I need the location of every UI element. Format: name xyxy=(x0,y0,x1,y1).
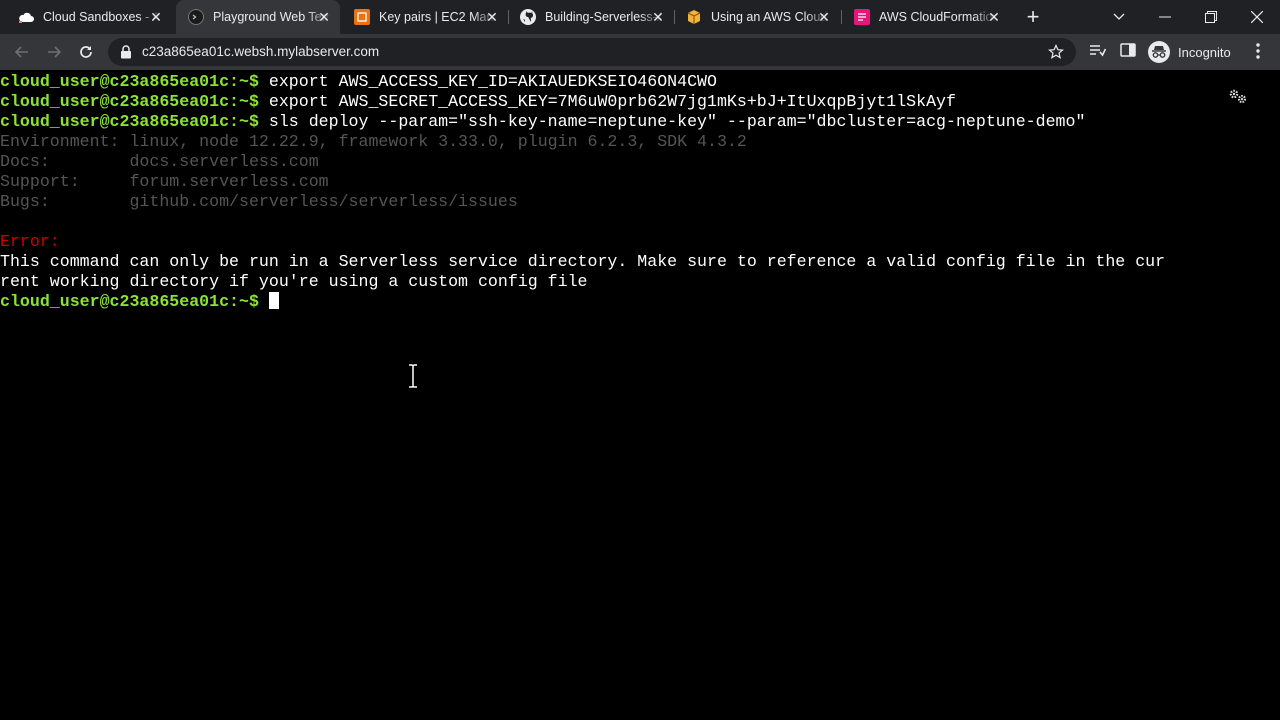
tab-divider xyxy=(674,10,675,24)
tab-cloud-sandboxes[interactable]: Cloud Sandboxes - A Cloud Guru ✕ xyxy=(0,0,172,34)
environment-info: Environment: linux, node 12.22.9, framew… xyxy=(0,132,747,151)
url-text[interactable]: c23a865ea01c.websh.mylabserver.com xyxy=(142,44,379,59)
tab-title: Building-Serverless-Applications xyxy=(545,10,663,24)
tab-search-icon[interactable] xyxy=(1096,0,1142,34)
menu-kebab-icon[interactable] xyxy=(1252,42,1264,65)
terminal-icon xyxy=(188,9,204,25)
aws-cloudformation-icon xyxy=(854,9,870,25)
terminal-line: cloud_user@c23a865ea01c:~$ export AWS_SE… xyxy=(0,92,956,112)
tab-title: AWS CloudFormation xyxy=(879,10,997,24)
error-message-line: rent working directory if you're using a… xyxy=(0,272,588,291)
close-icon[interactable]: ✕ xyxy=(484,9,500,25)
docs-info: Docs: docs.serverless.com xyxy=(0,152,319,171)
cloud-guru-icon xyxy=(18,9,34,25)
tab-key-pairs[interactable]: Key pairs | EC2 Management Console ✕ xyxy=(342,0,508,34)
shell-prompt: cloud_user@c23a865ea01c:~$ xyxy=(0,112,259,131)
browser-toolbar: c23a865ea01c.websh.mylabserver.com Incog… xyxy=(0,34,1280,70)
window-close-icon[interactable] xyxy=(1234,0,1280,34)
github-icon xyxy=(520,9,536,25)
close-icon[interactable]: ✕ xyxy=(148,9,164,25)
lock-icon[interactable] xyxy=(120,45,132,64)
tab-divider xyxy=(508,10,509,24)
settings-gears-icon[interactable] xyxy=(1228,88,1248,109)
tab-cloudformation[interactable]: AWS CloudFormation ✕ xyxy=(842,0,1010,34)
tab-cloud9[interactable]: Using an AWS Cloud9 environment ✕ xyxy=(674,0,840,34)
forward-icon[interactable] xyxy=(42,40,66,64)
tab-playground-terminal[interactable]: Playground Web Terminal ✕ xyxy=(176,0,340,34)
side-panel-icon[interactable] xyxy=(1120,42,1136,63)
tab-title: Using an AWS Cloud9 environment xyxy=(711,10,829,24)
address-bar[interactable]: c23a865ea01c.websh.mylabserver.com xyxy=(108,38,1076,66)
aws-ec2-icon xyxy=(354,9,370,25)
error-message-line: This command can only be run in a Server… xyxy=(0,252,1166,271)
terminal-line: cloud_user@c23a865ea01c:~$ xyxy=(0,292,279,312)
text-cursor-icon xyxy=(407,364,419,393)
tab-title: Playground Web Terminal xyxy=(213,10,331,24)
tab-github-repo[interactable]: Building-Serverless-Applications ✕ xyxy=(508,0,674,34)
command-text: export AWS_ACCESS_KEY_ID=AKIAUEDKSEIO46O… xyxy=(258,72,717,91)
error-label: Error: xyxy=(0,232,60,251)
incognito-profile-button[interactable]: Incognito xyxy=(1148,40,1231,64)
tab-title: Cloud Sandboxes - A Cloud Guru xyxy=(43,10,161,24)
reload-icon[interactable] xyxy=(74,40,98,64)
command-text: export AWS_SECRET_ACCESS_KEY=7M6uW0prb62… xyxy=(258,92,956,111)
tab-divider xyxy=(841,10,842,24)
aws-package-icon xyxy=(686,9,702,25)
shell-prompt: cloud_user@c23a865ea01c:~$ xyxy=(0,292,259,311)
terminal-line: cloud_user@c23a865ea01c:~$ export AWS_AC… xyxy=(0,72,717,92)
new-tab-icon[interactable]: + xyxy=(1022,6,1044,28)
terminal-window[interactable]: cloud_user@c23a865ea01c:~$ export AWS_AC… xyxy=(0,71,1280,720)
support-info: Support: forum.serverless.com xyxy=(0,172,329,191)
back-icon[interactable] xyxy=(10,40,34,64)
restore-icon[interactable] xyxy=(1188,0,1234,34)
terminal-cursor xyxy=(268,292,279,309)
incognito-icon xyxy=(1148,41,1170,63)
close-icon[interactable]: ✕ xyxy=(986,9,1002,25)
profile-label: Incognito xyxy=(1178,44,1231,60)
close-icon[interactable]: ✕ xyxy=(816,9,832,25)
command-text: sls deploy --param="ssh-key-name=neptune… xyxy=(258,112,1086,131)
shell-prompt: cloud_user@c23a865ea01c:~$ xyxy=(0,72,259,91)
minimize-icon[interactable] xyxy=(1142,0,1188,34)
tab-strip: Cloud Sandboxes - A Cloud Guru ✕ Playgro… xyxy=(0,0,1280,34)
close-icon[interactable]: ✕ xyxy=(650,9,666,25)
tab-title: Key pairs | EC2 Management Console xyxy=(379,10,497,24)
bugs-info: Bugs: github.com/serverless/serverless/i… xyxy=(0,192,518,211)
terminal-line: cloud_user@c23a865ea01c:~$ sls deploy --… xyxy=(0,112,1085,132)
shell-prompt: cloud_user@c23a865ea01c:~$ xyxy=(0,92,259,111)
reading-list-icon[interactable] xyxy=(1088,42,1107,65)
close-icon[interactable]: ✕ xyxy=(316,9,332,25)
bookmark-star-icon[interactable] xyxy=(1048,44,1064,65)
